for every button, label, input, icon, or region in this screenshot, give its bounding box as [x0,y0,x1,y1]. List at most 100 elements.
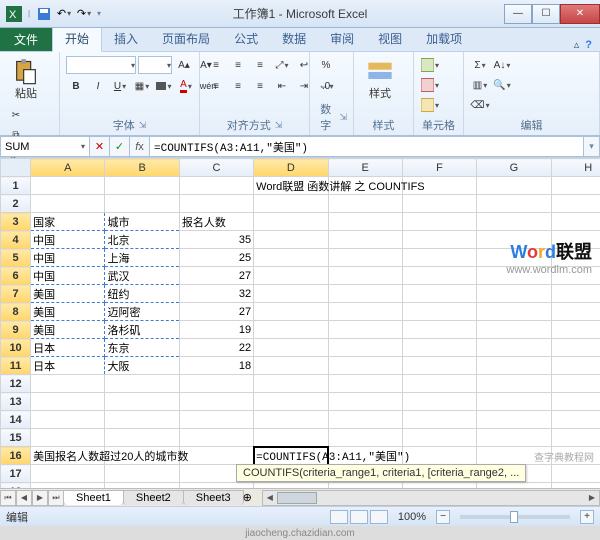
sheet-tab-3[interactable]: Sheet3 [183,490,244,505]
cell-H2[interactable] [551,195,600,213]
cell-B12[interactable] [105,375,179,393]
cell-F5[interactable] [402,249,476,267]
save-icon[interactable] [36,6,52,22]
cell-B18[interactable] [105,483,179,489]
minimize-button[interactable]: — [504,4,532,24]
cell-G4[interactable] [477,231,551,249]
insert-cell-icon[interactable]: ▾ [420,56,440,74]
cell-A18[interactable] [31,483,105,489]
cell-E13[interactable] [328,393,402,411]
cell-B4[interactable]: 北京 [105,231,179,249]
cell-E4[interactable] [328,231,402,249]
cell-C4[interactable]: 35 [179,231,253,249]
cell-A9[interactable]: 美国 [31,321,105,339]
cell-E12[interactable] [328,375,402,393]
cell-H12[interactable] [551,375,600,393]
cell-H17[interactable] [551,465,600,483]
cell-H9[interactable] [551,321,600,339]
cell-A6[interactable]: 中国 [31,267,105,285]
cell-E11[interactable] [328,357,402,375]
tab-page-layout[interactable]: 页面布局 [150,26,222,51]
cell-G14[interactable] [477,411,551,429]
cell-E2[interactable] [328,195,402,213]
styles-button[interactable]: 样式 [360,56,400,102]
cell-D7[interactable] [254,285,328,303]
cell-F7[interactable] [402,285,476,303]
redo-icon[interactable]: ↷▾ [76,6,92,22]
row-header-10[interactable]: 10 [1,339,31,357]
cell-C18[interactable] [179,483,253,489]
cell-E10[interactable] [328,339,402,357]
cell-C3[interactable]: 报名人数 [179,213,253,231]
cell-G6[interactable] [477,267,551,285]
fill-color-icon[interactable]: ▾ [154,77,174,95]
tab-review[interactable]: 审阅 [318,26,366,51]
cell-G1[interactable] [477,177,551,195]
number-launcher-icon[interactable]: ⇲ [339,112,347,123]
cell-A4[interactable]: 中国 [31,231,105,249]
cell-A13[interactable] [31,393,105,411]
cell-C6[interactable]: 27 [179,267,253,285]
cell-A1[interactable] [31,177,105,195]
cell-E3[interactable] [328,213,402,231]
cell-A5[interactable]: 中国 [31,249,105,267]
cell-F11[interactable] [402,357,476,375]
sheet-tab-1[interactable]: Sheet1 [63,490,124,505]
sheet-nav-next-icon[interactable]: ▶ [32,490,48,506]
new-sheet-icon[interactable]: ⊕ [243,491,252,504]
col-header-B[interactable]: B [105,159,179,177]
tab-insert[interactable]: 插入 [102,26,150,51]
cell-C9[interactable]: 19 [179,321,253,339]
row-header-15[interactable]: 15 [1,429,31,447]
cell-D1[interactable]: Word联盟 函数讲解 之 COUNTIFS [254,177,328,195]
cell-E14[interactable] [328,411,402,429]
row-header-3[interactable]: 3 [1,213,31,231]
underline-icon[interactable]: U▾ [110,77,130,95]
cell-F6[interactable] [402,267,476,285]
cell-B8[interactable]: 迈阿密 [105,303,179,321]
cell-F18[interactable] [402,483,476,489]
cell-F16[interactable] [402,447,476,465]
cell-C5[interactable]: 25 [179,249,253,267]
sheet-nav-last-icon[interactable]: ⏭ [48,490,64,506]
maximize-button[interactable]: ☐ [532,4,560,24]
cell-E15[interactable] [328,429,402,447]
sheet-nav-first-icon[interactable]: ⏮ [0,490,16,506]
font-launcher-icon[interactable]: ⇲ [139,120,147,131]
cell-C10[interactable]: 22 [179,339,253,357]
zoom-in-icon[interactable]: + [580,510,594,524]
view-page-layout-icon[interactable] [350,510,368,524]
cell-G12[interactable] [477,375,551,393]
col-header-A[interactable]: A [31,159,105,177]
cell-H3[interactable] [551,213,600,231]
row-header-16[interactable]: 16 [1,447,31,465]
row-header-6[interactable]: 6 [1,267,31,285]
cell-D10[interactable] [254,339,328,357]
cell-E5[interactable] [328,249,402,267]
row-header-11[interactable]: 11 [1,357,31,375]
cell-A14[interactable] [31,411,105,429]
cell-B15[interactable] [105,429,179,447]
cell-A2[interactable] [31,195,105,213]
row-header-2[interactable]: 2 [1,195,31,213]
cell-C2[interactable] [179,195,253,213]
cell-A8[interactable]: 美国 [31,303,105,321]
format-cell-icon[interactable]: ▾ [420,96,440,114]
name-box[interactable]: SUM▾ [0,136,90,157]
view-normal-icon[interactable] [330,510,348,524]
cell-A7[interactable]: 美国 [31,285,105,303]
row-header-13[interactable]: 13 [1,393,31,411]
cell-H16[interactable] [551,447,600,465]
row-header-8[interactable]: 8 [1,303,31,321]
cell-H15[interactable] [551,429,600,447]
cell-E6[interactable] [328,267,402,285]
cell-C12[interactable] [179,375,253,393]
cell-E18[interactable] [328,483,402,489]
align-right-icon[interactable]: ≡ [250,77,270,95]
cell-D15[interactable] [254,429,328,447]
col-header-G[interactable]: G [477,159,551,177]
cell-A10[interactable]: 日本 [31,339,105,357]
find-select-icon[interactable]: 🔍▾ [492,76,512,94]
cell-E9[interactable] [328,321,402,339]
cell-B3[interactable]: 城市 [105,213,179,231]
